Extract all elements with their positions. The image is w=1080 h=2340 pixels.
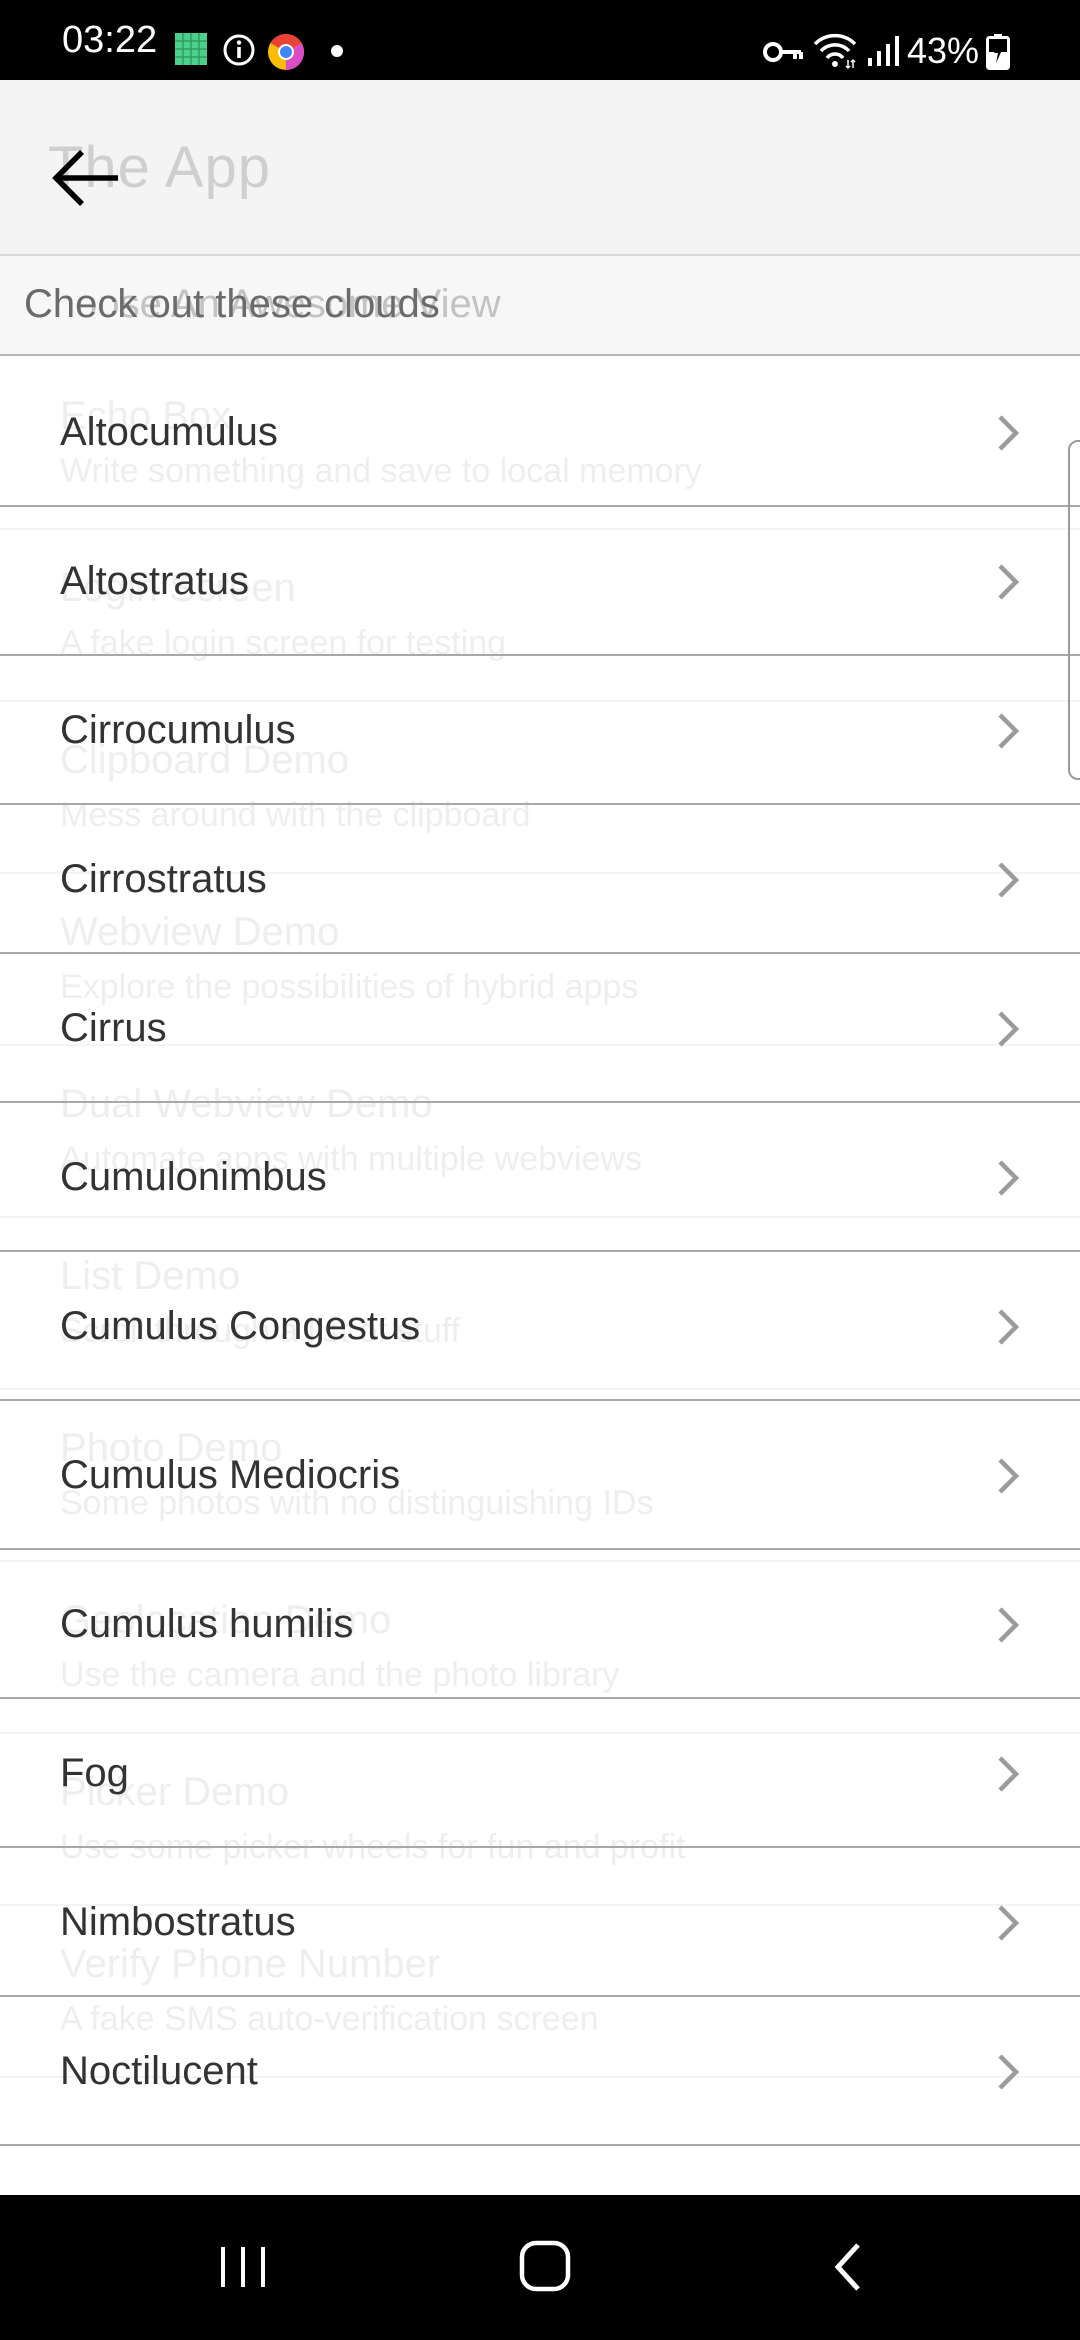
chevron-right-icon <box>998 1309 1020 1345</box>
app-square-icon <box>175 33 207 65</box>
notification-dot-icon <box>331 45 343 57</box>
list-item-label: Cirrus <box>60 1006 167 1050</box>
list-item[interactable]: Nimbostratus <box>0 1848 1080 1997</box>
chevron-right-icon <box>998 1458 1020 1494</box>
chevron-right-icon <box>998 564 1020 600</box>
list-item[interactable]: Cumulus Mediocris <box>0 1401 1080 1550</box>
status-bar: 03:22 43% <box>0 0 1080 80</box>
list-item-label: Fog <box>60 1751 129 1795</box>
list-item-label: Nimbostratus <box>60 1900 296 1944</box>
list-item-label: Cumulus humilis <box>60 1602 354 1646</box>
chevron-right-icon <box>998 862 1020 898</box>
nav-back-icon[interactable] <box>810 2235 890 2299</box>
back-arrow-icon[interactable] <box>38 130 134 226</box>
list-item[interactable]: Fog <box>0 1699 1080 1848</box>
list-item[interactable]: Cirrocumulus <box>0 656 1080 805</box>
section-title: Check out these clouds <box>24 282 440 326</box>
info-icon <box>223 34 255 66</box>
list-item-label: Cirrocumulus <box>60 708 296 752</box>
chevron-right-icon <box>998 713 1020 749</box>
list-item[interactable]: Noctilucent <box>0 1997 1080 2146</box>
chevron-right-icon <box>998 1756 1020 1792</box>
list-item[interactable]: Cirrostratus <box>0 805 1080 954</box>
section-header: Choose An Awesome View Check out these c… <box>0 256 1080 356</box>
battery-percent: 43% <box>907 30 980 71</box>
screen: 03:22 43% The App Choose An Awesome View… <box>0 0 1080 2340</box>
home-icon[interactable] <box>506 2235 586 2299</box>
list-item[interactable]: Cumulonimbus <box>0 1103 1080 1252</box>
list-item-label: Noctilucent <box>60 2049 258 2093</box>
status-time: 03:22 <box>62 19 158 61</box>
chevron-right-icon <box>998 415 1020 451</box>
navigation-bar <box>0 2195 1080 2340</box>
list-item[interactable]: Cirrus <box>0 954 1080 1103</box>
cloud-list: Altocumulus Altostratus Cirrocumulus Cirros… <box>0 358 1080 2146</box>
list-item[interactable]: Cumulus Congestus <box>0 1252 1080 1401</box>
chevron-right-icon <box>998 2054 1020 2090</box>
list-item-label: Altostratus <box>60 559 249 603</box>
chevron-right-icon <box>998 1905 1020 1941</box>
chevron-right-icon <box>998 1011 1020 1047</box>
recents-icon[interactable] <box>203 2235 283 2299</box>
list-item-label: Cirrostratus <box>60 857 267 901</box>
cloud-list-area[interactable]: Echo Box Write something and save to loca… <box>0 358 1080 2195</box>
list-item[interactable]: Altostratus <box>0 507 1080 656</box>
list-item-label: Cumulonimbus <box>60 1155 327 1199</box>
list-item-label: Cumulus Mediocris <box>60 1453 401 1497</box>
list-item-label: Altocumulus <box>60 410 278 454</box>
chevron-right-icon <box>998 1160 1020 1196</box>
wifi-icon <box>813 33 857 70</box>
chevron-right-icon <box>998 1607 1020 1643</box>
scroll-indicator[interactable] <box>1068 440 1080 780</box>
battery-charging-icon <box>986 34 1010 70</box>
list-item-label: Cumulus Congestus <box>60 1304 421 1348</box>
toolbar: The App <box>0 80 1080 256</box>
chrome-icon <box>268 33 305 70</box>
list-item[interactable]: Cumulus humilis <box>0 1550 1080 1699</box>
list-item[interactable]: Altocumulus <box>0 358 1080 507</box>
signal-icon <box>868 36 899 66</box>
vpn-key-icon <box>763 42 803 62</box>
